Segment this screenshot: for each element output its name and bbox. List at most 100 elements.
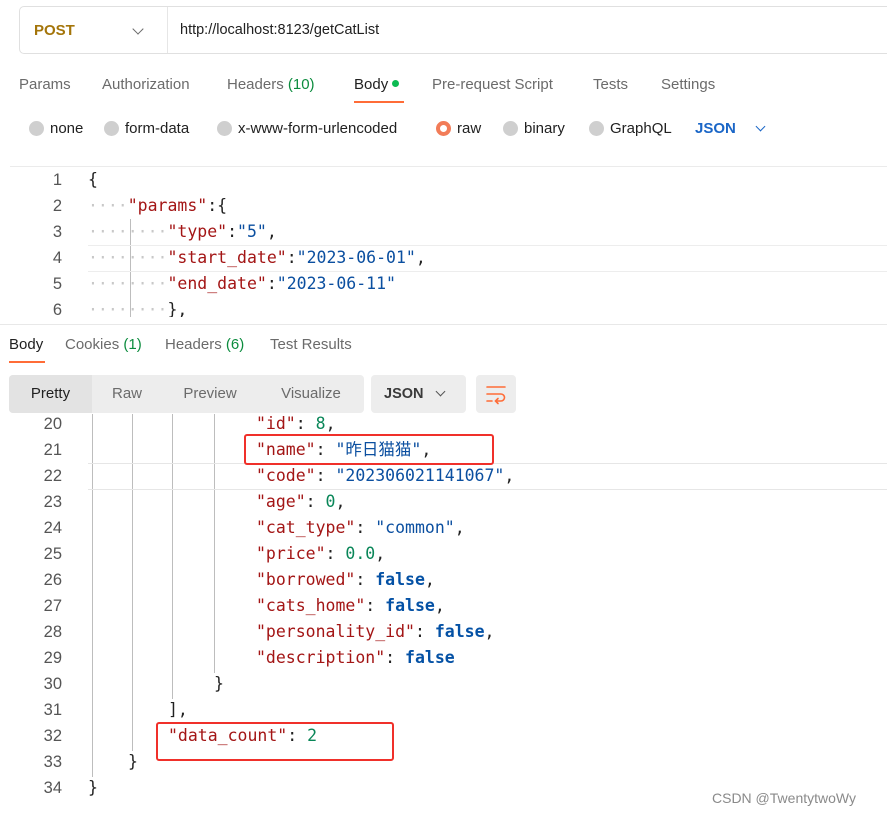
tab-authorization[interactable]: Authorization bbox=[102, 76, 190, 93]
radio-label: none bbox=[50, 120, 84, 137]
url-bar: POST http://localhost:8123/getCatList bbox=[19, 6, 887, 54]
tab-body[interactable]: Body bbox=[354, 76, 400, 93]
tab-response-body[interactable]: Body bbox=[9, 336, 43, 353]
tab-label: Body bbox=[354, 76, 389, 93]
tab-params[interactable]: Params bbox=[19, 76, 71, 93]
radio-icon bbox=[503, 121, 518, 136]
line-number: 25 bbox=[43, 545, 62, 563]
tab-label: Authorization bbox=[102, 76, 190, 93]
tab-label: Headers bbox=[227, 76, 284, 93]
code-text: "personality_id": false, bbox=[256, 619, 494, 645]
token-str: "2023-06-01" bbox=[296, 248, 416, 267]
request-body-editor[interactable]: 1{2 ····"params":{3 ········"type":"5", 4 ··… bbox=[10, 166, 887, 317]
radio-icon bbox=[589, 121, 604, 136]
active-dot-icon bbox=[392, 80, 400, 87]
response-body-viewer[interactable]: 20 "id": 8, 21 "name": "昨日猫猫", 22 "code": "20… bbox=[10, 414, 887, 817]
tab-response-headers[interactable]: Headers (6) bbox=[165, 336, 244, 353]
token-key: "age" bbox=[256, 492, 306, 511]
token-pun: , bbox=[266, 222, 277, 241]
tab-settings[interactable]: Settings bbox=[661, 76, 715, 93]
url-input[interactable]: http://localhost:8123/getCatList bbox=[168, 22, 379, 38]
radio-none[interactable]: none bbox=[29, 120, 83, 137]
radio-x-www-form-urlencoded[interactable]: x-www-form-urlencoded bbox=[217, 120, 397, 137]
code-text: ········}, bbox=[88, 297, 187, 317]
tab-headers[interactable]: Headers (10) bbox=[227, 76, 315, 93]
active-tab-underline bbox=[354, 101, 404, 103]
chevron-down-icon bbox=[435, 386, 446, 397]
token-pun: { bbox=[88, 170, 98, 189]
indent-guide bbox=[172, 414, 173, 699]
token-pun: : bbox=[315, 466, 336, 485]
token-key: "cats_home" bbox=[256, 596, 366, 615]
radio-binary[interactable]: binary bbox=[503, 120, 565, 137]
tab-test-results[interactable]: Test Results bbox=[270, 336, 352, 353]
view-raw[interactable]: Raw bbox=[92, 375, 162, 413]
line-number: 27 bbox=[43, 597, 62, 615]
whitespace-marker: ···· bbox=[88, 196, 128, 215]
token-key: "borrowed" bbox=[256, 570, 356, 589]
token-pun: : bbox=[325, 544, 346, 563]
view-preview[interactable]: Preview bbox=[162, 375, 258, 413]
radio-selected-icon bbox=[436, 121, 451, 136]
tab-cookies[interactable]: Cookies (1) bbox=[65, 336, 142, 353]
token-pun: ], bbox=[168, 700, 188, 719]
token-pun: } bbox=[88, 778, 98, 797]
tab-pre-request-script[interactable]: Pre-request Script bbox=[432, 76, 553, 93]
token-pun: , bbox=[504, 466, 515, 485]
line-number: 4 bbox=[52, 249, 62, 267]
radio-icon bbox=[104, 121, 119, 136]
radio-icon bbox=[29, 121, 44, 136]
tab-tests[interactable]: Tests bbox=[593, 76, 628, 93]
token-pun: , bbox=[434, 596, 445, 615]
radio-form-data[interactable]: form-data bbox=[104, 120, 189, 137]
code-text: ····"params":{ bbox=[88, 193, 227, 219]
code-text: "age": 0, bbox=[256, 489, 345, 515]
line-number: 30 bbox=[43, 675, 62, 693]
token-pun: : bbox=[305, 492, 326, 511]
tab-count: (1) bbox=[123, 336, 142, 353]
response-format-select[interactable]: JSON bbox=[371, 375, 466, 413]
code-text: } bbox=[128, 749, 138, 775]
token-pun: }, bbox=[167, 300, 188, 317]
token-key: "id" bbox=[256, 414, 296, 433]
method-select[interactable]: POST bbox=[20, 7, 168, 53]
token-key: "end_date" bbox=[167, 274, 267, 293]
token-pun: : bbox=[355, 570, 376, 589]
whitespace-marker: ········ bbox=[88, 300, 168, 317]
wrap-lines-button[interactable] bbox=[476, 375, 516, 413]
code-text: "description": false bbox=[256, 645, 455, 671]
tab-count: (6) bbox=[225, 336, 245, 353]
radio-graphql[interactable]: GraphQL bbox=[589, 120, 672, 137]
token-pun: , bbox=[375, 544, 386, 563]
view-pretty[interactable]: Pretty bbox=[9, 375, 92, 413]
token-str: "202306021141067" bbox=[335, 466, 505, 485]
token-key: "personality_id" bbox=[256, 622, 415, 641]
token-pun: : bbox=[414, 622, 435, 641]
line-number: 23 bbox=[43, 493, 62, 511]
line-number: 1 bbox=[52, 171, 62, 189]
code-text: } bbox=[214, 671, 224, 697]
token-pun: : bbox=[295, 414, 316, 433]
token-key: "code" bbox=[256, 466, 316, 485]
token-pun: } bbox=[128, 752, 138, 771]
radio-raw[interactable]: raw bbox=[436, 120, 481, 137]
line-number: 6 bbox=[52, 301, 62, 317]
token-pun: : bbox=[355, 518, 376, 537]
code-text: } bbox=[88, 775, 98, 801]
response-format-label: JSON bbox=[384, 386, 424, 402]
view-visualize[interactable]: Visualize bbox=[258, 375, 364, 413]
code-text: ········"type":"5", bbox=[88, 219, 277, 245]
whitespace-marker: ········ bbox=[88, 274, 168, 293]
token-key: "type" bbox=[167, 222, 228, 241]
code-text: "code": "202306021141067", bbox=[256, 463, 514, 489]
token-bool: false bbox=[385, 596, 435, 615]
code-text: "price": 0.0, bbox=[256, 541, 385, 567]
token-pun: : bbox=[365, 596, 386, 615]
body-format-select[interactable]: JSON bbox=[695, 120, 766, 137]
token-key: "price" bbox=[256, 544, 326, 563]
whitespace-marker: ········ bbox=[88, 248, 168, 267]
line-number: 33 bbox=[43, 753, 62, 771]
token-key: "start_date" bbox=[167, 248, 287, 267]
line-number: 3 bbox=[52, 223, 62, 241]
indent-guide bbox=[214, 414, 215, 673]
